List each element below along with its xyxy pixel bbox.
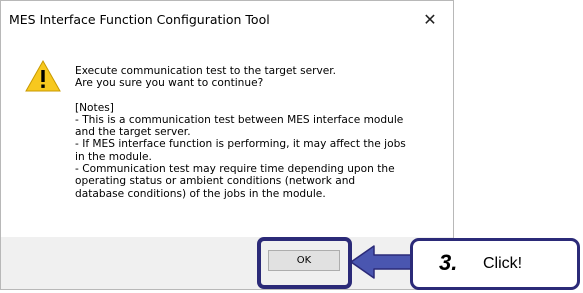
step-callout: 3. Click! <box>410 238 580 290</box>
dialog-body: Execute communication test to the target… <box>1 39 453 237</box>
message-line: database conditions) of the jobs in the … <box>75 187 326 200</box>
message-line: Execute communication test to the target… <box>75 65 336 77</box>
dialog-message: Execute communication test to the target… <box>75 65 443 200</box>
step-number: 3. <box>439 250 458 275</box>
dialog-title: MES Interface Function Configuration Too… <box>9 12 270 27</box>
message-line: - If MES interface function is performin… <box>75 138 406 151</box>
close-icon: ✕ <box>423 10 437 29</box>
message-line: in the module. <box>75 150 152 163</box>
message-line: - This is a communication test between M… <box>75 113 404 126</box>
dialog-titlebar[interactable]: MES Interface Function Configuration Too… <box>1 1 453 39</box>
close-button[interactable]: ✕ <box>417 9 443 31</box>
message-line: Are you sure you want to continue? <box>75 77 264 90</box>
screenshot-stage: MES Interface Function Configuration Too… <box>0 0 583 293</box>
ok-highlight-frame <box>257 237 352 289</box>
message-line: [Notes] <box>75 101 114 114</box>
message-line: - Communication test may require time de… <box>75 163 395 176</box>
pointer-arrow-icon <box>350 245 414 279</box>
message-line: operating status or ambient conditions (… <box>75 175 356 188</box>
message-spacer <box>75 90 443 102</box>
message-line: and the target server. <box>75 126 191 139</box>
warning-icon <box>25 60 61 92</box>
step-instruction: Click! <box>483 255 523 272</box>
